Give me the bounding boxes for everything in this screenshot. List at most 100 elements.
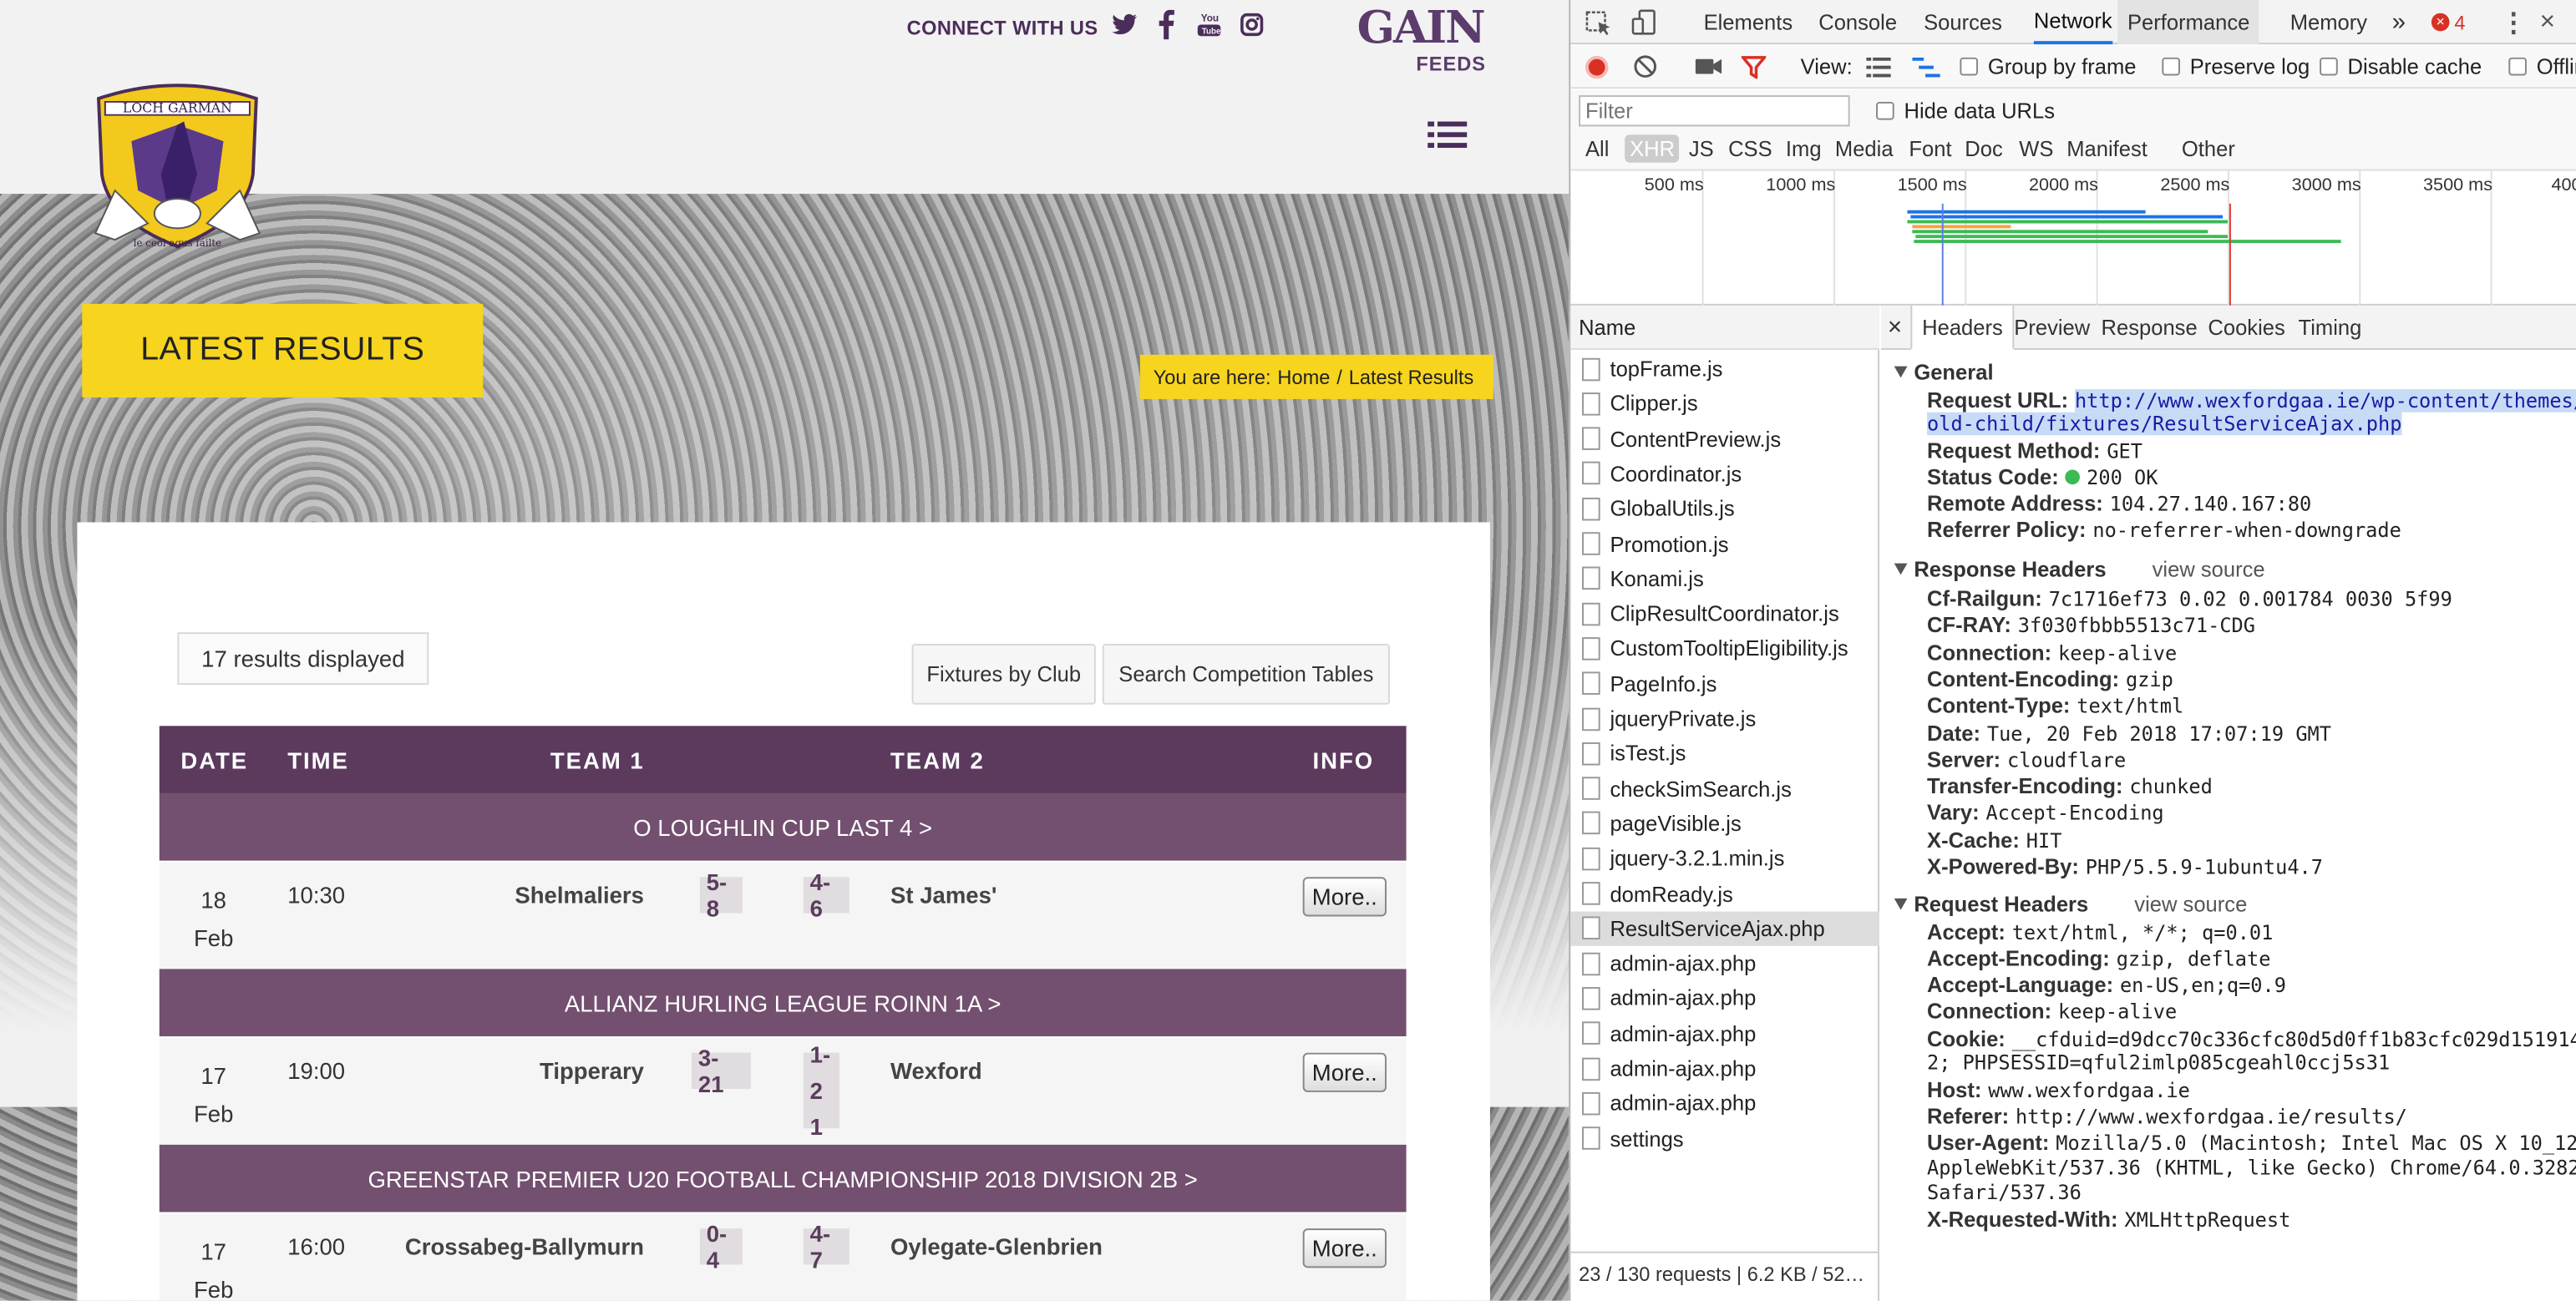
- loch-garman-crest-logo[interactable]: LOCH GARMAN le ceol agus fáilte: [82, 75, 272, 256]
- more-button[interactable]: More..: [1302, 877, 1387, 917]
- request-name: admin-ajax.php: [1610, 950, 1757, 976]
- waterfall-view-icon[interactable]: [1912, 57, 1940, 78]
- request-row[interactable]: Clipper.js: [1570, 387, 1879, 421]
- tab-headers[interactable]: Headers: [1910, 305, 2015, 350]
- competition-header-link[interactable]: O LOUGHLIN CUP LAST 4 >: [159, 792, 1407, 861]
- request-row[interactable]: admin-ajax.php: [1570, 1016, 1879, 1050]
- capture-screenshots-icon[interactable]: [1695, 56, 1722, 78]
- group-by-frame-checkbox[interactable]: Group by frame: [1960, 54, 2136, 78]
- error-badge[interactable]: × 4: [2431, 0, 2466, 44]
- hide-data-urls-checkbox[interactable]: Hide data URLs: [1876, 99, 2055, 124]
- request-name: admin-ajax.php: [1610, 1091, 1757, 1116]
- request-row[interactable]: Coordinator.js: [1570, 457, 1879, 491]
- more-button[interactable]: More..: [1302, 1052, 1387, 1092]
- facebook-icon[interactable]: [1159, 9, 1175, 40]
- tab-elements[interactable]: Elements: [1704, 0, 1793, 44]
- kebab-menu-icon[interactable]: ⋮: [2500, 0, 2526, 44]
- request-row[interactable]: PageInfo.js: [1570, 666, 1879, 701]
- type-font[interactable]: Font: [1904, 134, 1957, 162]
- request-row[interactable]: topFrame.js: [1570, 352, 1879, 386]
- match-date: 17 Feb: [193, 1062, 234, 1127]
- list-view-icon[interactable]: [1866, 57, 1891, 78]
- type-xhr[interactable]: XHR: [1625, 134, 1680, 163]
- breadcrumb-prefix: You are here:: [1153, 365, 1271, 389]
- general-section-toggle[interactable]: General: [1894, 360, 1994, 384]
- tab-network[interactable]: Network: [2033, 0, 2112, 45]
- twitter-icon[interactable]: [1112, 10, 1138, 39]
- fixtures-by-club-button[interactable]: Fixtures by Club: [911, 643, 1096, 705]
- request-row[interactable]: admin-ajax.php: [1570, 1051, 1879, 1086]
- type-doc[interactable]: Doc: [1960, 134, 2007, 162]
- col-info: INFO: [1312, 747, 1375, 774]
- response-headers-section-toggle[interactable]: Response Headers view source: [1894, 557, 2265, 582]
- filter-input[interactable]: [1579, 95, 1850, 127]
- request-row[interactable]: GlobalUtils.js: [1570, 491, 1879, 525]
- request-row[interactable]: ContentPreview.js: [1570, 422, 1879, 456]
- type-ws[interactable]: WS: [2014, 134, 2058, 162]
- search-competition-tables-button[interactable]: Search Competition Tables: [1102, 643, 1390, 705]
- more-button[interactable]: More..: [1302, 1228, 1387, 1268]
- tab-timing[interactable]: Timing: [2299, 306, 2362, 350]
- tab-sources[interactable]: Sources: [1924, 0, 2002, 44]
- request-headers-section-toggle[interactable]: Request Headers view source: [1894, 892, 2247, 917]
- request-row[interactable]: isTest.js: [1570, 737, 1879, 771]
- request-row[interactable]: admin-ajax.php: [1570, 981, 1879, 1015]
- request-method-row: Request Method: GET: [1927, 438, 2142, 463]
- tab-cookies[interactable]: Cookies: [2208, 306, 2284, 350]
- offline-checkbox[interactable]: Offline: [2508, 54, 2576, 78]
- view-source-link[interactable]: view source: [2134, 892, 2247, 917]
- disable-cache-checkbox[interactable]: Disable cache: [2320, 54, 2482, 78]
- hamburger-menu-icon[interactable]: [1427, 120, 1468, 149]
- type-media[interactable]: Media: [1830, 134, 1898, 162]
- team2-name: Wexford: [890, 1057, 982, 1085]
- request-row[interactable]: checkSimSearch.js: [1570, 772, 1879, 806]
- close-detail-icon[interactable]: ×: [1888, 306, 1902, 350]
- filter-icon[interactable]: [1741, 56, 1767, 79]
- tab-memory[interactable]: Memory: [2290, 0, 2367, 44]
- competition-header-link[interactable]: ALLIANZ HURLING LEAGUE ROINN 1A >: [159, 969, 1407, 1037]
- type-all[interactable]: All: [1580, 134, 1614, 162]
- competition-header-link[interactable]: GREENSTAR PREMIER U20 FOOTBALL CHAMPIONS…: [159, 1144, 1407, 1212]
- request-row[interactable]: jqueryPrivate.js: [1570, 701, 1879, 736]
- request-row[interactable]: pageVisible.js: [1570, 806, 1879, 840]
- request-url[interactable]: http://www.wexfordgaa.ie/wp-content/them…: [2074, 389, 2576, 413]
- type-manifest[interactable]: Manifest: [2061, 134, 2152, 162]
- request-row[interactable]: domReady.js: [1570, 876, 1879, 910]
- request-row[interactable]: Promotion.js: [1570, 526, 1879, 560]
- preserve-log-checkbox[interactable]: Preserve log: [2162, 54, 2310, 78]
- view-source-link[interactable]: view source: [2153, 557, 2265, 582]
- request-row[interactable]: ClipResultCoordinator.js: [1570, 596, 1879, 630]
- request-row[interactable]: jquery-3.2.1.min.js: [1570, 841, 1879, 875]
- tab-console[interactable]: Console: [1818, 0, 1897, 44]
- clear-icon[interactable]: [1633, 54, 1658, 79]
- header-row: CF-RAY: 3f030fbbb5513c71-CDG: [1927, 613, 2255, 638]
- instagram-icon[interactable]: [1240, 10, 1264, 39]
- team1-name: Tipperary: [540, 1057, 644, 1085]
- request-name: admin-ajax.php: [1610, 1055, 1757, 1081]
- request-row[interactable]: admin-ajax.php: [1570, 946, 1879, 980]
- device-toolbar-icon[interactable]: [1630, 0, 1659, 44]
- close-devtools-icon[interactable]: ×: [2540, 0, 2555, 44]
- tab-response[interactable]: Response: [2102, 306, 2198, 350]
- gain-logo[interactable]: GAIN: [1357, 3, 1486, 54]
- record-icon[interactable]: [1585, 55, 1609, 79]
- breadcrumb-home-link[interactable]: Home: [1277, 366, 1330, 389]
- youtube-icon[interactable]: You Tube: [1196, 10, 1222, 39]
- network-overview-timeline[interactable]: 500 ms 1000 ms 1500 ms 2000 ms 2500 ms 3…: [1570, 170, 2576, 306]
- tab-performance[interactable]: Performance: [2117, 0, 2260, 45]
- name-column-header[interactable]: Name: [1570, 305, 1880, 350]
- request-row[interactable]: settings: [1570, 1121, 1879, 1156]
- request-row[interactable]: ResultServiceAjax.php: [1570, 911, 1880, 946]
- header-row: Referer: http://www.wexfordgaa.ie/results…: [1927, 1103, 2407, 1129]
- more-tabs-icon[interactable]: »: [2392, 0, 2406, 44]
- type-img[interactable]: Img: [1781, 134, 1826, 162]
- request-row[interactable]: CustomTooltipEligibility.js: [1570, 631, 1879, 666]
- type-js[interactable]: JS: [1684, 134, 1719, 162]
- request-row[interactable]: Konami.js: [1570, 561, 1879, 595]
- tab-preview[interactable]: Preview: [2014, 306, 2090, 350]
- type-css[interactable]: CSS: [1723, 134, 1777, 162]
- request-row[interactable]: admin-ajax.php: [1570, 1086, 1879, 1121]
- inspect-element-icon[interactable]: [1584, 0, 1613, 44]
- type-other[interactable]: Other: [2177, 134, 2240, 162]
- file-icon: [1582, 986, 1600, 1010]
